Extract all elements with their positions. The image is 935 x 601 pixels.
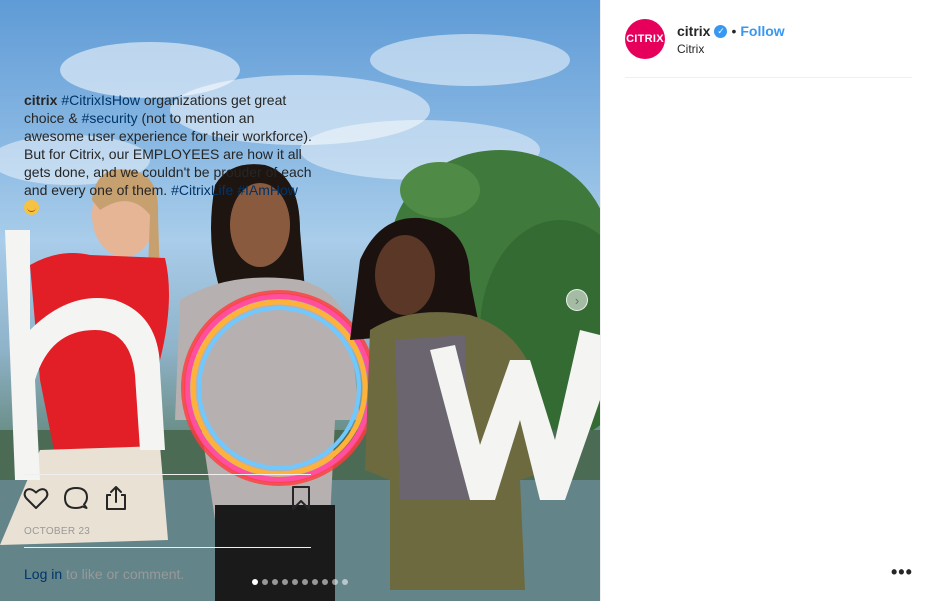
login-link[interactable]: Log in	[24, 566, 62, 582]
action-bar	[22, 484, 313, 514]
comment-icon[interactable]	[62, 484, 90, 512]
post-caption: citrix #CitrixIsHow organizations get gr…	[24, 91, 314, 217]
divider	[24, 547, 311, 548]
carousel-dot	[312, 579, 318, 585]
hashtag-link[interactable]: #IAmHow	[237, 182, 298, 198]
post-header: CITRIX citrix ✓ • Follow Citrix	[625, 19, 912, 77]
share-icon[interactable]	[102, 484, 130, 512]
more-options-icon[interactable]: •••	[891, 562, 913, 583]
login-prompt: Log in to like or comment.	[24, 566, 311, 582]
header-separator: •	[731, 23, 737, 39]
header-text: citrix ✓ • Follow Citrix	[677, 22, 785, 56]
carousel-dot	[322, 579, 328, 585]
username-link[interactable]: citrix	[677, 23, 710, 39]
header-row: citrix ✓ • Follow	[677, 22, 785, 40]
hugging-face-emoji-icon	[24, 200, 39, 215]
hashtag-link[interactable]: #CitrixLife	[171, 182, 233, 198]
carousel-dot	[342, 579, 348, 585]
heart-icon[interactable]	[22, 484, 50, 512]
verified-badge-icon: ✓	[714, 24, 728, 38]
bookmark-icon[interactable]	[287, 484, 315, 512]
login-prompt-text: to like or comment.	[62, 566, 185, 582]
avatar[interactable]: CITRIX	[625, 19, 665, 59]
carousel-next-button[interactable]: ›	[566, 289, 588, 311]
divider	[24, 474, 311, 475]
carousel-dot	[332, 579, 338, 585]
follow-button[interactable]: Follow	[740, 23, 784, 39]
location-link[interactable]: Citrix	[677, 42, 785, 56]
caption-author-link[interactable]: citrix	[24, 92, 57, 108]
post-details-panel: CITRIX citrix ✓ • Follow Citrix	[600, 0, 935, 601]
hashtag-link[interactable]: #CitrixIsHow	[61, 92, 140, 108]
post-date[interactable]: OCTOBER 23	[24, 526, 90, 537]
hashtag-link[interactable]: #security	[82, 110, 138, 126]
divider	[625, 77, 912, 78]
